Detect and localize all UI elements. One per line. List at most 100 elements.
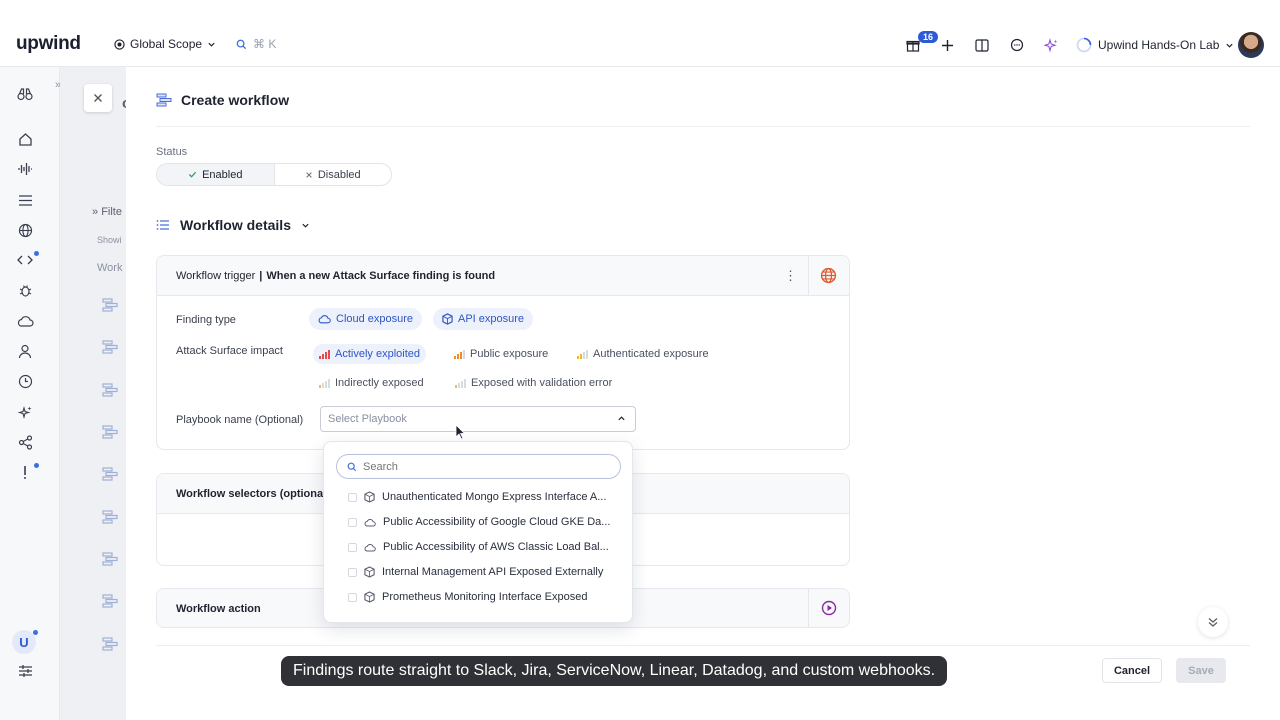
impact-authenticated-exposure[interactable]: Authenticated exposure [571, 344, 715, 364]
more-options-icon[interactable]: ⋮ [784, 268, 797, 284]
plus-icon[interactable] [937, 35, 957, 55]
top-bar: upwind Global Scope ⌘ K 16 Upwind Hands-… [0, 0, 1280, 67]
bug-icon[interactable] [16, 281, 34, 299]
trigger-prefix: Workflow trigger [176, 269, 256, 282]
workflow-trigger-card: Workflow trigger | When a new Attack Sur… [156, 255, 850, 450]
playbook-search-box[interactable] [336, 454, 621, 479]
scope-selector[interactable]: Global Scope [114, 37, 216, 51]
cancel-button[interactable]: Cancel [1102, 658, 1162, 683]
impact-actively-exploited[interactable]: Actively exploited [313, 344, 426, 364]
severity-bars-icon [319, 349, 330, 359]
playbook-search-input[interactable] [363, 460, 593, 473]
settings-sliders-icon[interactable] [16, 662, 34, 680]
ai-sparkle-icon[interactable] [1041, 35, 1061, 55]
workflow-row-icon [102, 383, 118, 397]
workflow-details-heading: Workflow details [180, 217, 291, 233]
impact-indirectly-exposed[interactable]: Indirectly exposed [313, 373, 430, 393]
global-search[interactable]: ⌘ K [236, 37, 276, 51]
user-avatar[interactable] [1238, 32, 1264, 58]
workflow-row-icon [102, 467, 118, 481]
drawer-title: Create workflow [181, 92, 290, 108]
finding-type-chip-api[interactable]: API exposure [433, 308, 534, 330]
severity-bars-icon [455, 378, 466, 388]
playbook-select[interactable]: Select Playbook [320, 406, 636, 432]
finding-type-chip-cloud[interactable]: Cloud exposure [309, 308, 423, 330]
workflow-row-icon [102, 594, 118, 608]
attack-surface-impact-label: Attack Surface impact [176, 345, 283, 357]
workflow-details-toggle[interactable]: Workflow details [156, 217, 310, 233]
playbook-option[interactable]: Prometheus Monitoring Interface Exposed [348, 588, 618, 606]
create-workflow-drawer: Create workflow Status Enabled Disabled … [126, 67, 1280, 720]
playbook-option[interactable]: Unauthenticated Mongo Express Interface … [348, 488, 618, 506]
sparkle-icon[interactable] [16, 403, 34, 421]
org-status-icon [1076, 37, 1092, 53]
activity-icon[interactable] [16, 160, 34, 178]
api-icon [442, 313, 453, 325]
api-icon [364, 591, 375, 603]
globe-icon[interactable] [16, 221, 34, 239]
code-icon[interactable] [16, 251, 34, 269]
option-checkbox[interactable] [348, 517, 357, 527]
background-showing-label: Showi [97, 235, 122, 245]
search-icon [236, 39, 247, 49]
workflow-row-icon [102, 298, 118, 312]
playbook-name-label: Playbook name (Optional) [176, 414, 304, 426]
share-graph-icon[interactable] [16, 433, 34, 451]
status-label: Status [156, 146, 188, 158]
user-icon[interactable] [16, 342, 34, 360]
scope-label: Global Scope [130, 37, 203, 51]
mouse-cursor-icon [455, 424, 466, 440]
cloud-icon [318, 315, 331, 324]
menu-list-icon[interactable] [16, 191, 34, 209]
impact-exposed-validation-error[interactable]: Exposed with validation error [449, 373, 618, 393]
playbook-option[interactable]: Internal Management API Exposed External… [348, 563, 618, 581]
status-disabled-option[interactable]: Disabled [273, 164, 392, 185]
option-checkbox[interactable] [348, 492, 357, 502]
assistant-notification-dot [33, 630, 38, 635]
playbook-option[interactable]: Public Accessibility of AWS Classic Load… [348, 538, 618, 556]
org-selector[interactable]: Upwind Hands-On Lab [1076, 37, 1234, 53]
cloud-icon[interactable] [16, 312, 34, 330]
workflow-row-icon [102, 340, 118, 354]
header-divider [156, 126, 1250, 127]
trigger-card-header: Workflow trigger | When a new Attack Sur… [157, 256, 849, 296]
double-chevron-down-icon: » [92, 206, 99, 218]
option-checkbox[interactable] [348, 567, 357, 577]
chevron-down-icon [208, 42, 215, 47]
notification-badge: 16 [918, 31, 939, 43]
footer-divider [156, 645, 1250, 646]
option-checkbox[interactable] [348, 592, 357, 602]
background-page: on » Filte Showi Work [60, 67, 126, 720]
search-shortcut: ⌘ K [253, 37, 277, 51]
impact-public-exposure[interactable]: Public exposure [448, 344, 554, 364]
status-disabled-label: Disabled [317, 168, 361, 181]
play-circle-icon [821, 600, 837, 616]
save-button[interactable]: Save [1176, 658, 1226, 683]
code-notification-dot [34, 251, 39, 256]
api-icon [364, 491, 375, 503]
finding-type-label: Finding type [176, 314, 236, 326]
close-drawer-button[interactable] [84, 84, 112, 112]
chevron-down-icon [302, 223, 309, 228]
left-nav: » U [0, 67, 61, 720]
status-enabled-option[interactable]: Enabled [157, 164, 274, 185]
docs-book-icon[interactable] [972, 35, 992, 55]
home-icon[interactable] [16, 130, 34, 148]
globe-icon [820, 267, 837, 284]
history-clock-icon[interactable] [16, 372, 34, 390]
api-icon [364, 566, 375, 578]
scroll-down-button[interactable] [1198, 607, 1228, 637]
background-column-header: Work [97, 262, 123, 274]
option-checkbox[interactable] [348, 542, 357, 552]
workflow-row-icon [102, 425, 118, 439]
alert-icon[interactable] [16, 463, 34, 481]
upwind-logo[interactable]: upwind [16, 33, 81, 55]
chevron-up-icon [618, 416, 625, 421]
binoculars-icon[interactable] [16, 85, 34, 103]
chevron-down-icon [1226, 43, 1234, 48]
chat-icon[interactable] [1007, 35, 1027, 55]
check-icon [188, 171, 197, 178]
background-filter-label: » Filte [92, 206, 122, 218]
playbook-option[interactable]: Public Accessibility of Google Cloud GKE… [348, 513, 618, 531]
org-name: Upwind Hands-On Lab [1098, 38, 1220, 52]
